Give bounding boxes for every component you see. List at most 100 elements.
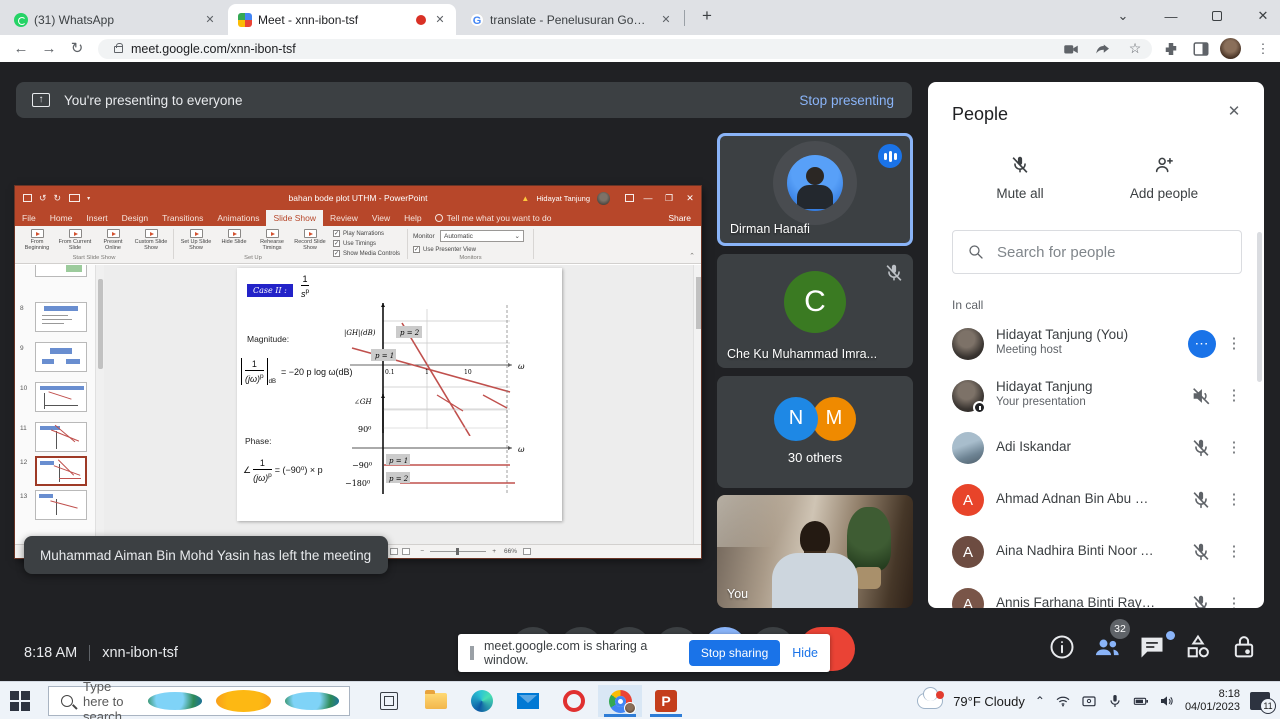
hide-share-bar-button[interactable]: Hide: [792, 646, 818, 660]
powerpoint-button[interactable]: P: [644, 685, 688, 717]
menu-insert[interactable]: Insert: [79, 210, 114, 226]
checkbox-play-narrations[interactable]: ✓Play Narrations: [333, 230, 384, 237]
thumbnail-scrollbar[interactable]: [95, 265, 104, 544]
ppt-close-button[interactable]: ✕: [683, 193, 697, 204]
window-minimize-button[interactable]: —: [1156, 0, 1186, 32]
participant-menu-icon[interactable]: ⋮: [1222, 384, 1246, 408]
people-search-input[interactable]: [997, 244, 1241, 261]
menu-file[interactable]: File: [15, 210, 43, 226]
url-text[interactable]: meet.google.com/xnn-ibon-tsf: [131, 42, 296, 56]
weather-text[interactable]: 79°F Cloudy: [953, 694, 1025, 709]
weather-cloud-icon[interactable]: [917, 693, 943, 709]
ppt-share-button[interactable]: Share: [668, 213, 691, 223]
start-button[interactable]: [10, 691, 30, 711]
mic-off-icon[interactable]: [1190, 593, 1212, 608]
participant-row[interactable]: Hidayat Tanjung (You) Meeting host ⋯ ⋮: [928, 318, 1264, 370]
battery-icon[interactable]: [1133, 693, 1149, 709]
slide-thumbnail-selected[interactable]: [35, 456, 87, 486]
participant-menu-icon[interactable]: ⋮: [1222, 436, 1246, 460]
slide-thumbnail[interactable]: [35, 265, 87, 277]
slide-thumbnail[interactable]: [35, 490, 87, 520]
task-view-button[interactable]: [380, 692, 398, 710]
video-tile-cheku[interactable]: C Che Ku Muhammad Imra...: [717, 254, 913, 368]
others-tile[interactable]: N M 30 others: [717, 376, 913, 488]
slide-canvas[interactable]: Case II : 1sp Magnitude: 1(jω)p dB = −20…: [237, 268, 562, 521]
ribbon-record-slide-show[interactable]: Record Slide Show: [292, 228, 328, 254]
tell-me-box[interactable]: Tell me what you want to do: [447, 213, 669, 223]
reload-button[interactable]: ↻: [66, 38, 88, 60]
ppt-restore-button[interactable]: ❐: [662, 193, 676, 204]
meet-now-icon[interactable]: [1081, 693, 1097, 709]
participant-row[interactable]: Hidayat Tanjung Your presentation ⋮: [928, 370, 1264, 422]
people-scrollbar[interactable]: [1257, 232, 1262, 382]
speaker-icon[interactable]: [1159, 693, 1175, 709]
mic-off-icon[interactable]: [1190, 437, 1212, 459]
opera-button[interactable]: [552, 685, 596, 717]
window-close-button[interactable]: ✕: [1248, 0, 1278, 32]
tab-close-icon[interactable]: ✕: [202, 12, 218, 28]
menu-help[interactable]: Help: [397, 210, 428, 226]
side-panel-icon[interactable]: [1192, 40, 1210, 58]
menu-design[interactable]: Design: [115, 210, 155, 226]
tab-meet[interactable]: Meet - xnn-ibon-tsf ✕: [228, 4, 456, 35]
profile-avatar[interactable]: [1220, 38, 1241, 59]
tray-expand-icon[interactable]: ⌃: [1035, 694, 1045, 708]
ribbon-from-beginning[interactable]: From Beginning: [19, 228, 55, 254]
meeting-details-icon[interactable]: [1048, 633, 1076, 661]
forward-button[interactable]: →: [38, 38, 60, 60]
file-explorer-button[interactable]: [414, 685, 458, 717]
zoom-level[interactable]: 66%: [504, 548, 517, 555]
bookmark-star-icon[interactable]: ☆: [1124, 37, 1146, 59]
slide-thumbnail[interactable]: [35, 382, 87, 412]
taskbar-clock[interactable]: 8:18 04/01/2023: [1185, 688, 1240, 714]
ribbon-custom-slide-show[interactable]: Custom Slide Show: [133, 228, 169, 254]
share-icon[interactable]: [1094, 40, 1112, 58]
window-restore-button[interactable]: [1202, 0, 1232, 32]
ribbon-set-up-slide-show[interactable]: Set Up Slide Show: [178, 228, 214, 254]
menu-slide-show[interactable]: Slide Show: [266, 210, 323, 226]
tab-capture-camera-icon[interactable]: [1062, 40, 1080, 58]
self-video-tile[interactable]: You: [717, 495, 913, 608]
zoom-out-icon[interactable]: −: [420, 548, 424, 555]
chrome-button[interactable]: [598, 685, 642, 717]
ppt-minimize-button[interactable]: —: [641, 193, 655, 203]
slide-thumbnail[interactable]: [35, 422, 87, 452]
ribbon-rehearse-timings[interactable]: Rehearse Timings: [254, 228, 290, 254]
slide-thumbnail[interactable]: [35, 342, 87, 372]
participant-row[interactable]: A Ahmad Adnan Bin Abu Ba... ⋮: [928, 474, 1264, 526]
mic-off-icon[interactable]: [1190, 541, 1212, 563]
menu-review[interactable]: Review: [323, 210, 365, 226]
chat-icon[interactable]: [1138, 633, 1166, 661]
mute-all-button[interactable]: Mute all: [960, 154, 1080, 201]
more-actions-blue-icon[interactable]: ⋯: [1188, 330, 1216, 358]
menu-home[interactable]: Home: [43, 210, 80, 226]
participant-menu-icon[interactable]: ⋮: [1222, 332, 1246, 356]
fit-slide-icon[interactable]: [523, 548, 531, 555]
menu-view[interactable]: View: [365, 210, 397, 226]
monitor-dropdown[interactable]: Automatic⌄: [440, 230, 524, 242]
taskbar-search-box[interactable]: Type here to search: [48, 686, 350, 716]
participant-menu-icon[interactable]: ⋮: [1222, 488, 1246, 512]
checkbox-use-presenter-view[interactable]: ✓Use Presenter View: [413, 246, 476, 253]
participant-menu-icon[interactable]: ⋮: [1222, 592, 1246, 608]
ribbon-from-current-slide[interactable]: From Current Slide: [57, 228, 93, 254]
ribbon-present-online[interactable]: Present Online: [95, 228, 131, 254]
add-people-button[interactable]: Add people: [1104, 154, 1224, 201]
stop-presenting-button[interactable]: Stop presenting: [799, 93, 894, 108]
ribbon-hide-slide[interactable]: Hide Slide: [216, 228, 252, 254]
tab-close-icon[interactable]: ✕: [432, 12, 448, 28]
menu-transitions[interactable]: Transitions: [155, 210, 210, 226]
people-search-box[interactable]: [952, 230, 1242, 274]
back-button[interactable]: ←: [10, 38, 32, 60]
microphone-icon[interactable]: [1107, 693, 1123, 709]
video-tile-dirman[interactable]: Dirman Hanafi: [717, 133, 913, 246]
tab-search-chevron-icon[interactable]: ⌄: [1108, 0, 1138, 32]
participant-menu-icon[interactable]: ⋮: [1222, 540, 1246, 564]
extensions-icon[interactable]: [1162, 40, 1180, 58]
slide-thumbnail[interactable]: [35, 302, 87, 332]
edge-button[interactable]: [460, 685, 504, 717]
warning-icon[interactable]: ▲: [521, 194, 529, 203]
audio-off-icon[interactable]: [1190, 385, 1212, 407]
wifi-icon[interactable]: [1055, 693, 1071, 709]
notification-center-icon[interactable]: 11: [1250, 692, 1270, 710]
